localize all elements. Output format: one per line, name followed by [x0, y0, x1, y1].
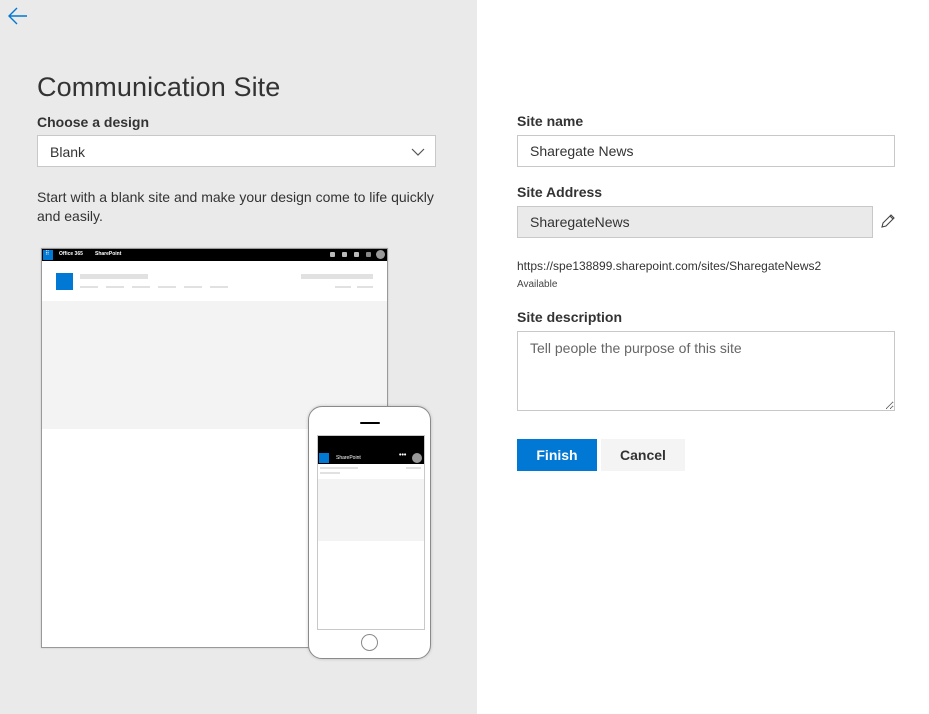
preview-gear-icon	[354, 252, 359, 257]
design-dropdown[interactable]: Blank	[37, 135, 436, 167]
site-description-textarea[interactable]	[517, 331, 895, 411]
chevron-down-icon	[411, 145, 425, 161]
phone-status-bar	[318, 436, 424, 452]
site-name-label: Site name	[517, 113, 584, 129]
preview-nav-placeholder	[158, 286, 176, 288]
phone-more-icon: •••	[399, 452, 407, 459]
phone-waffle-icon	[319, 453, 329, 463]
finish-button[interactable]: Finish	[517, 439, 597, 471]
preview-header-action-placeholder	[357, 286, 373, 288]
phone-action-placeholder	[406, 467, 421, 469]
preview-notification-icon	[342, 252, 347, 257]
edit-address-button[interactable]	[880, 213, 896, 229]
phone-hero-area	[318, 479, 424, 541]
preview-avatar	[376, 250, 385, 259]
phone-avatar	[412, 453, 422, 463]
pencil-icon	[881, 214, 895, 228]
preview-nav-placeholder	[106, 286, 124, 288]
preview-help-icon	[366, 252, 371, 257]
phone-subtitle-placeholder	[320, 472, 340, 474]
phone-app-label: SharePoint	[336, 455, 361, 461]
design-dropdown-value: Blank	[50, 144, 86, 160]
preview-site-title-placeholder	[80, 274, 148, 279]
site-url: https://spe138899.sharepoint.com/sites/S…	[517, 259, 822, 273]
arrow-left-icon	[8, 7, 27, 25]
preview-site-logo	[56, 273, 73, 290]
phone-speaker	[360, 422, 380, 424]
preview-header-action-placeholder	[301, 274, 373, 279]
preview-nav-placeholder	[184, 286, 202, 288]
preview-chat-icon	[330, 252, 335, 257]
preview-nav-placeholder	[132, 286, 150, 288]
phone-screen: SharePoint •••	[317, 435, 425, 630]
waffle-icon: ⠿	[43, 250, 53, 260]
preview-suite-bar: ⠿ Office 365 SharePoint	[42, 249, 387, 261]
site-address-input[interactable]	[517, 206, 873, 238]
site-name-input[interactable]	[517, 135, 895, 167]
preview-app-label: SharePoint	[95, 251, 122, 257]
back-button[interactable]	[6, 4, 30, 28]
preview-nav-placeholder	[210, 286, 228, 288]
preview-nav-placeholder	[80, 286, 98, 288]
left-pane: Communication Site Choose a design Blank…	[0, 0, 477, 714]
preview-header-action-placeholder	[335, 286, 351, 288]
phone-nav-bar: SharePoint •••	[318, 452, 424, 464]
site-description-label: Site description	[517, 309, 623, 325]
site-address-label: Site Address	[517, 184, 603, 200]
phone-home-button	[361, 634, 378, 651]
page-title: Communication Site	[37, 72, 281, 102]
preview-suite-label: Office 365	[59, 251, 83, 257]
design-description: Start with a blank site and make your de…	[37, 189, 434, 224]
cancel-button[interactable]: Cancel	[601, 439, 685, 471]
phone-preview: SharePoint •••	[308, 406, 431, 659]
availability-status: Available	[517, 279, 558, 290]
choose-design-label: Choose a design	[37, 114, 150, 130]
phone-title-placeholder	[320, 467, 358, 469]
